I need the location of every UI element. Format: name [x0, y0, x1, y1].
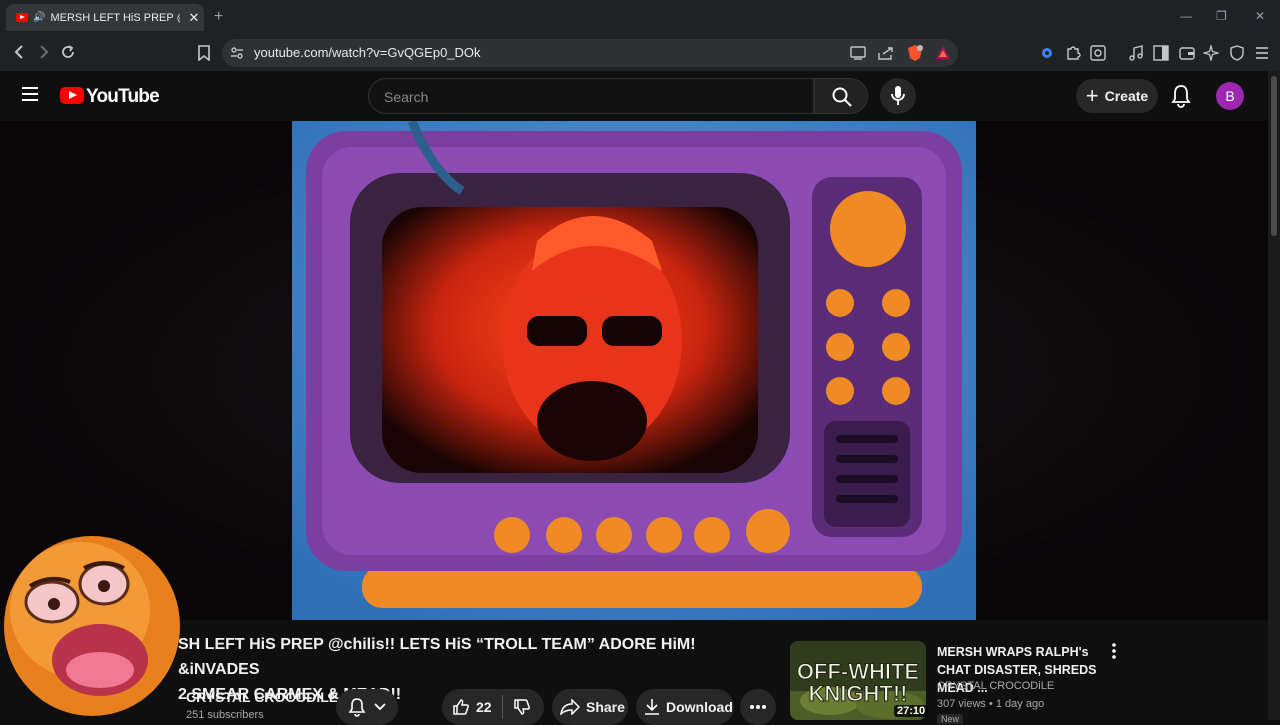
download-label: Download: [666, 699, 733, 715]
video-title-line-1: SH LEFT HiS PREP @chilis!! LETS HiS “TRO…: [178, 636, 696, 678]
extension-gear-icon[interactable]: [1040, 46, 1054, 65]
restore-icon[interactable]: ❐: [1216, 9, 1227, 23]
search-button[interactable]: [814, 78, 868, 114]
sidebar-icon[interactable]: [1153, 45, 1169, 66]
url-text[interactable]: youtube.com/watch?v=GvQGEp0_DOk: [254, 45, 481, 60]
like-icon[interactable]: [452, 698, 470, 716]
mascot-overlay: [0, 530, 200, 720]
browser-menu-icon[interactable]: [1255, 46, 1269, 65]
dislike-icon[interactable]: [513, 698, 531, 716]
forward-icon[interactable]: [37, 44, 51, 65]
close-window-icon[interactable]: ✕: [1255, 9, 1265, 23]
new-tab-button[interactable]: +: [214, 8, 223, 26]
scrollbar-thumb[interactable]: [1271, 76, 1277, 236]
voice-search-button[interactable]: [880, 78, 916, 114]
like-divider: [501, 695, 503, 719]
account-avatar[interactable]: B: [1216, 82, 1244, 110]
share-label: Share: [586, 699, 625, 715]
recommended-channel-name[interactable]: CRYSTAL CROCODiLE: [937, 680, 1054, 692]
bookmark-icon[interactable]: [198, 45, 210, 66]
wallet-icon[interactable]: [1179, 45, 1195, 66]
leo-ai-icon[interactable]: [1201, 43, 1221, 66]
close-tab-icon[interactable]: ✕: [188, 10, 199, 26]
reload-icon[interactable]: [60, 44, 76, 65]
search-icon: [832, 87, 852, 107]
music-icon[interactable]: [1128, 45, 1144, 66]
more-horizontal-icon: [750, 705, 766, 709]
youtube-logo-text[interactable]: YouTube: [86, 86, 160, 108]
clay-tv-illustration: [292, 121, 976, 620]
chevron-down-icon: [374, 703, 386, 711]
recommended-video-meta: 307 views • 1 day ago: [937, 698, 1045, 710]
speaker-icon[interactable]: 🔊: [33, 12, 45, 23]
tab-title: MERSH LEFT HiS PREP @chilis!! LETS HiS: [50, 11, 180, 24]
share-page-icon[interactable]: [878, 46, 894, 65]
share-arrow-icon: [560, 699, 580, 715]
site-settings-icon[interactable]: [230, 46, 244, 65]
search-input[interactable]: [382, 86, 806, 108]
new-badge: New: [937, 714, 964, 724]
plus-icon: +: [1085, 83, 1099, 108]
recommendation-menu-icon[interactable]: [1112, 643, 1116, 664]
guide-menu-icon[interactable]: [22, 87, 38, 101]
thumbnail-text-2: KNIGHT!!: [809, 681, 908, 706]
like-count: 22: [476, 699, 492, 715]
download-icon: [645, 699, 659, 715]
back-icon[interactable]: [12, 44, 26, 65]
notifications-bell-icon[interactable]: [1170, 84, 1192, 113]
youtube-logo-icon[interactable]: [60, 87, 84, 104]
video-duration: 27:10: [894, 705, 929, 717]
minimize-icon[interactable]: —: [1180, 9, 1192, 23]
video-frame[interactable]: [292, 121, 976, 620]
vpn-shield-icon[interactable]: [1229, 45, 1245, 66]
screenshot-icon[interactable]: [1090, 45, 1106, 66]
microphone-icon: [891, 86, 905, 105]
channel-name[interactable]: CRYSTAL CROCODiLE: [186, 689, 338, 705]
brave-rewards-icon[interactable]: [935, 45, 951, 66]
cast-icon[interactable]: [850, 46, 866, 65]
brave-shield-icon[interactable]: [906, 44, 924, 67]
youtube-favicon-icon: [16, 13, 28, 22]
create-button[interactable]: + Create: [1076, 79, 1158, 113]
bell-icon: [348, 698, 366, 717]
extensions-puzzle-icon[interactable]: [1065, 45, 1081, 66]
create-label: Create: [1104, 88, 1149, 104]
browser-tab[interactable]: 🔊 MERSH LEFT HiS PREP @chilis!! LETS HiS…: [6, 4, 204, 31]
